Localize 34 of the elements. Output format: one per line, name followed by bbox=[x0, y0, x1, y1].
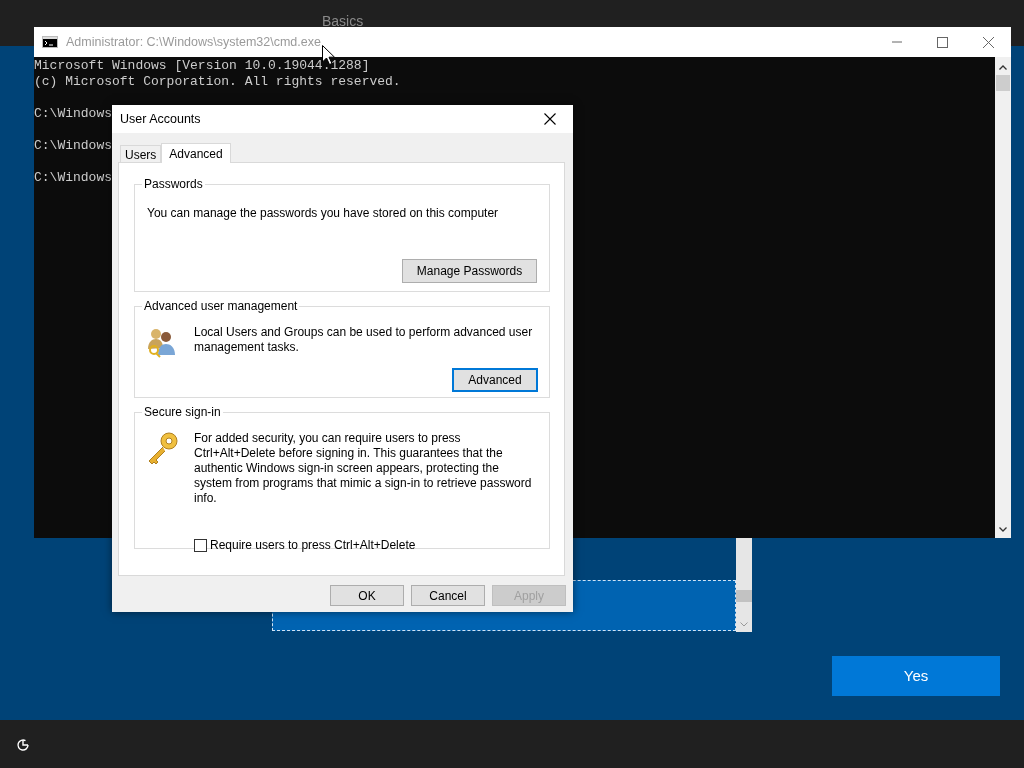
group-title: Secure sign-in bbox=[142, 405, 223, 419]
console-line: C:\Windows bbox=[34, 106, 112, 122]
maximize-icon bbox=[935, 35, 949, 49]
tab[interactable]: Advanced bbox=[161, 143, 231, 163]
scrollbar[interactable] bbox=[736, 537, 752, 632]
advanced-button[interactable]: Advanced bbox=[452, 368, 538, 392]
dialog-button[interactable]: Cancel bbox=[411, 585, 485, 606]
scrollbar-thumb[interactable] bbox=[736, 590, 752, 602]
yes-button[interactable]: Yes bbox=[832, 656, 1000, 696]
chevron-up-icon[interactable] bbox=[999, 65, 1007, 70]
group-title: Advanced user management bbox=[142, 299, 300, 313]
description-text: For added security, you can require users to press Ctrl+Alt+Delete before signing in. This guarantees that the authentic Windows sign-in screen appears, protecting the system from programs that mimic a sign-in to retrieve password info. bbox=[194, 431, 533, 506]
dialog-title: User Accounts bbox=[120, 110, 201, 128]
manage-passwords-button[interactable]: Manage Passwords bbox=[402, 259, 537, 283]
tab[interactable]: Users bbox=[120, 145, 162, 162]
chevron-down-icon[interactable] bbox=[999, 527, 1007, 532]
description-text: Local Users and Groups can be used to perform advanced user management tasks. bbox=[194, 325, 534, 355]
scrollbar-thumb[interactable] bbox=[996, 75, 1010, 91]
window-title: Administrator: C:\Windows\system32\cmd.exe bbox=[66, 33, 321, 51]
scrollbar[interactable] bbox=[995, 57, 1011, 538]
console-line: Microsoft Windows [Version 10.0.19044.1288] bbox=[34, 58, 370, 74]
dialog-button[interactable]: OK bbox=[330, 585, 404, 606]
checkbox-label: Require users to press Ctrl+Alt+Delete bbox=[210, 537, 416, 554]
console-icon bbox=[42, 36, 58, 48]
group-title: Passwords bbox=[142, 177, 205, 191]
console-line: C:\Windows bbox=[34, 138, 112, 154]
console-line: (c) Microsoft Corporation. All rights reserved. bbox=[34, 74, 401, 90]
console-line: C:\Windows bbox=[34, 170, 112, 186]
close-icon bbox=[544, 113, 556, 125]
refresh-icon[interactable] bbox=[14, 736, 32, 754]
checkbox[interactable] bbox=[194, 538, 207, 552]
page-title: Basics bbox=[322, 14, 364, 28]
close-icon bbox=[981, 35, 995, 49]
description-text: You can manage the passwords you have stored on this computer bbox=[147, 205, 500, 222]
